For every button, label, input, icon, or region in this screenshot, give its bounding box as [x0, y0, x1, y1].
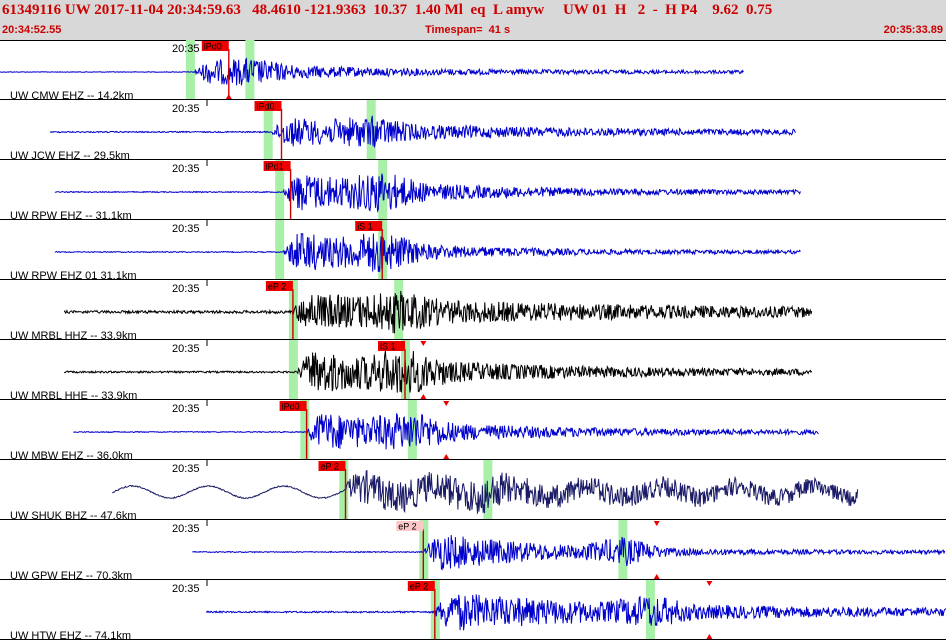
pick-triangle-icon: [706, 634, 713, 639]
pick-label: eP 2: [321, 462, 339, 472]
pick-triangle-icon: [420, 394, 427, 399]
waveform-trace: [63, 290, 813, 334]
station-label: UW GPW EHZ -- 70.3km: [10, 570, 132, 582]
waveform-trace: [63, 350, 813, 393]
pick-label: eP 2: [410, 582, 428, 592]
start-time-label: 20:34:52.55: [2, 24, 62, 36]
pick-triangle-icon: [225, 94, 232, 99]
station-label: UW CMW EHZ -- 14.2km: [10, 90, 133, 102]
channel-row[interactable]: 20:35 UW CMW EHZ -- 14.2km iPd0: [0, 40, 946, 102]
station-label: UW MRBL HHE -- 33.9km: [10, 390, 137, 402]
end-time-label: 20:35:33.89: [883, 24, 943, 36]
analysis-window-marker: [288, 340, 298, 400]
pick-label: iPd0: [204, 42, 222, 52]
minute-tick-label: 20:35: [172, 103, 200, 115]
channel-row[interactable]: 20:35 UW RPW EHZ -- 31.1km iPd1: [0, 160, 946, 222]
waveform-trace: [73, 413, 819, 450]
pick-triangle-icon: [420, 341, 427, 346]
event-summary-line: 61349116 UW 2017-11-04 20:34:59.63 48.46…: [2, 2, 773, 18]
minute-tick-label: 20:35: [172, 163, 200, 175]
station-label: UW JCW EHZ -- 29.5km: [10, 150, 130, 162]
minute-tick-label: 20:35: [172, 43, 200, 55]
channel-row[interactable]: 20:35 UW GPW EHZ -- 70.3km eP 2: [0, 520, 946, 582]
channel-row[interactable]: 20:35 UW MRBL HHE -- 33.9km iS 1: [0, 340, 946, 402]
phase-pick[interactable]: eP 2: [407, 581, 436, 640]
pick-label: eP 2: [268, 282, 286, 292]
channel-row[interactable]: 20:35 UW MBW EHZ -- 36.0km iPd0: [0, 400, 946, 462]
event-header: 61349116 UW 2017-11-04 20:34:59.63 48.46…: [0, 0, 946, 41]
seismogram-panel[interactable]: 20:35 UW CMW EHZ -- 14.2km iPd0 20:35 UW JCW…: [0, 40, 946, 640]
minute-tick-label: 20:35: [172, 283, 200, 295]
pick-label: iS 1: [380, 342, 396, 352]
analysis-window-marker: [275, 220, 285, 280]
channel-row[interactable]: 20:35 UW RPW EHZ 01 31.1km iS 1: [0, 220, 946, 282]
station-label: UW SHUK BHZ -- 47.6km: [10, 510, 137, 522]
station-label: UW RPW EHZ -- 31.1km: [10, 210, 132, 222]
minute-tick-label: 20:35: [172, 523, 200, 535]
pick-label: iPd0: [257, 102, 275, 112]
pick-label: iPd1: [266, 162, 284, 172]
pick-triangle-icon: [653, 574, 660, 579]
waveform-trace: [49, 115, 796, 148]
trace-canvas[interactable]: 20:35 UW CMW EHZ -- 14.2km iPd0 20:35 UW JCW…: [0, 40, 946, 640]
minute-tick-label: 20:35: [172, 403, 200, 415]
channel-row[interactable]: 20:35 UW HTW EHZ -- 74.1km eP 2: [0, 580, 946, 640]
minute-tick-label: 20:35: [172, 583, 200, 595]
pick-label: iPd0: [282, 402, 300, 412]
minute-tick-label: 20:35: [172, 343, 200, 355]
channel-row[interactable]: 20:35 UW MRBL HHZ -- 33.9km eP 2: [0, 280, 946, 342]
pick-triangle-icon: [443, 454, 450, 459]
channel-row[interactable]: 20:35 UW SHUK BHZ -- 47.6km eP 2: [0, 460, 946, 522]
phase-pick[interactable]: eP 2: [396, 521, 424, 580]
station-label: UW MBW EHZ -- 36.0km: [10, 450, 133, 462]
pick-triangle-icon: [443, 401, 450, 406]
channel-row[interactable]: 20:35 UW JCW EHZ -- 29.5km iPd0: [0, 100, 946, 162]
station-label: UW RPW EHZ 01 31.1km: [10, 270, 137, 282]
waveform-trace: [0, 57, 744, 86]
waveform-trace: [205, 594, 946, 631]
station-label: UW HTW EHZ -- 74.1km: [10, 630, 131, 640]
timespan-label: Timespan= 41 s: [425, 24, 511, 36]
pick-label: eP 2: [398, 522, 416, 532]
station-label: UW MRBL HHZ -- 33.9km: [10, 330, 137, 342]
pick-triangle-icon: [706, 581, 713, 586]
minute-tick-label: 20:35: [172, 223, 200, 235]
waveform-trace: [54, 232, 801, 273]
pick-label: iS 1: [357, 222, 373, 232]
pick-triangle-icon: [653, 521, 660, 526]
waveform-trace: [192, 535, 946, 571]
waveform-trace: [54, 173, 801, 213]
minute-tick-label: 20:35: [172, 463, 200, 475]
